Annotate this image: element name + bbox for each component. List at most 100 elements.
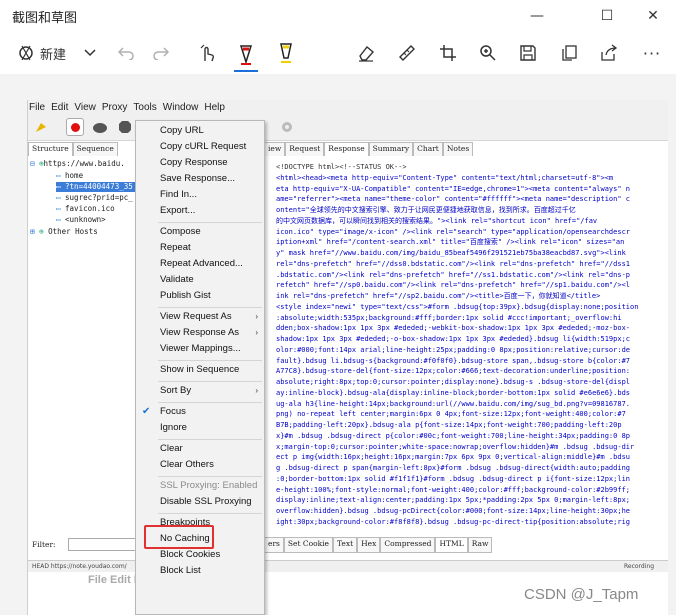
watermark: CSDN @J_Tapm <box>524 586 639 603</box>
maximize-button[interactable]: ☐ <box>584 0 630 32</box>
tab-text[interactable]: Text <box>333 537 358 553</box>
ruler-icon[interactable] <box>395 40 419 66</box>
tab-notes[interactable]: Notes <box>442 142 474 156</box>
redo-icon[interactable] <box>150 40 172 66</box>
tab-hex[interactable]: Hex <box>357 537 381 553</box>
menu-item-copy-url[interactable]: Copy URL <box>136 124 264 138</box>
menu-item-view-request-as[interactable]: View Request As › <box>136 310 264 324</box>
menu-item-find-in[interactable]: Find In... <box>136 188 264 202</box>
save-icon[interactable] <box>516 40 540 66</box>
menu-help[interactable]: Help <box>204 102 225 113</box>
menu-item-viewer-mappings[interactable]: Viewer Mappings... <box>136 342 264 356</box>
checkmark-icon: ✔ <box>142 406 151 417</box>
menu-item-disable-ssl-proxying[interactable]: Disable SSL Proxying <box>136 495 264 509</box>
menu-separator <box>158 307 262 308</box>
menu-item-label: Compose <box>160 226 201 237</box>
menu-item-ssl-proxying-enabled[interactable]: SSL Proxying: Enabled <box>136 479 264 493</box>
tab-raw[interactable]: Raw <box>467 537 493 553</box>
menu-item-block-list[interactable]: Block List <box>136 564 264 578</box>
close-button[interactable]: ✕ <box>630 0 676 32</box>
menu-item-view-response-as[interactable]: View Response As › <box>136 326 264 340</box>
tab-structure[interactable]: Structure <box>28 142 73 156</box>
recording-status: Recording <box>624 563 655 570</box>
menu-tools[interactable]: Tools <box>133 102 156 113</box>
tree-node-baidu[interactable]: ⊟ ⊕https://www.baidu. <box>30 159 125 169</box>
menu-proxy[interactable]: Proxy <box>102 102 128 113</box>
chevron-down-icon[interactable] <box>80 40 100 66</box>
menu-item-label: Repeat <box>160 242 191 253</box>
tree-node-other-hosts[interactable]: ⊞ ⊕ Other Hosts <box>30 227 98 237</box>
menu-window[interactable]: Window <box>163 102 199 113</box>
code-line: olor:#000;font:14px arial;line-height:25… <box>276 345 631 354</box>
undo-icon[interactable] <box>115 40 137 66</box>
filter-label: Filter: <box>32 540 56 549</box>
code-line: dden;box-shadow:1px 1px 3px #ededed;-web… <box>276 324 631 333</box>
menu-item-save-response[interactable]: Save Response... <box>136 172 264 186</box>
detail-tabs: iew Request Response Summary Chart Notes <box>264 142 474 156</box>
menu-item-export[interactable]: Export... <box>136 204 264 218</box>
response-body[interactable]: <!DOCTYPE html><!--STATUS OK--> <html><h… <box>264 156 668 576</box>
tab-summary[interactable]: Summary <box>368 142 414 156</box>
tab-sequence[interactable]: Sequence <box>72 142 118 156</box>
menu-item-ignore[interactable]: Ignore <box>136 421 264 435</box>
code-line: png) no-repeat left center;margin:6px 0 … <box>276 410 626 419</box>
new-button[interactable]: 新建 <box>40 40 66 66</box>
ballpoint-pen-icon[interactable] <box>234 40 258 72</box>
eraser-icon[interactable] <box>354 40 378 66</box>
menu-item-copy-curl-request[interactable]: Copy cURL Request <box>136 140 264 154</box>
tab-headers[interactable]: ers <box>264 537 284 553</box>
highlighter-icon[interactable] <box>274 40 298 66</box>
menu-item-validate[interactable]: Validate <box>136 273 264 287</box>
menu-item-clear[interactable]: Clear <box>136 442 264 456</box>
tab-response[interactable]: Response <box>324 142 369 156</box>
more-icon[interactable]: ··· <box>640 40 664 66</box>
menu-item-label: View Request As <box>160 311 232 322</box>
record-icon[interactable] <box>66 118 84 136</box>
crop-icon[interactable] <box>436 40 460 66</box>
settings-icon[interactable] <box>280 120 294 137</box>
share-icon[interactable] <box>597 40 621 66</box>
new-snip-icon[interactable] <box>12 40 40 66</box>
code-line: overflow:hidden}.bdsug .bdsug-pcDirect{c… <box>276 507 631 515</box>
menu-item-compose[interactable]: Compose <box>136 225 264 239</box>
tree-node-sugrec[interactable]: ▭ sugrec?prid=pc_ <box>56 193 133 203</box>
copy-icon[interactable] <box>557 40 581 66</box>
filter-input[interactable] <box>68 538 138 551</box>
menu-item-focus[interactable]: Focus ✔ <box>136 405 264 419</box>
stop-icon[interactable] <box>118 120 132 137</box>
code-line: ame="referrer"><meta name="theme-color" … <box>276 195 631 204</box>
menu-item-show-in-sequence[interactable]: Show in Sequence <box>136 363 264 377</box>
minimize-button[interactable]: — <box>514 0 560 32</box>
menu-item-repeat-advanced[interactable]: Repeat Advanced... <box>136 257 264 271</box>
menu-item-sort-by[interactable]: Sort By › <box>136 384 264 398</box>
menu-item-block-cookies[interactable]: Block Cookies <box>136 548 264 562</box>
zoom-icon[interactable] <box>476 40 500 66</box>
menu-separator <box>158 513 262 514</box>
throttle-icon[interactable] <box>92 120 108 137</box>
tab-set-cookie[interactable]: Set Cookie <box>283 537 334 553</box>
broom-icon[interactable] <box>34 120 48 137</box>
menu-item-clear-others[interactable]: Clear Others <box>136 458 264 472</box>
tab-overview[interactable]: iew <box>264 142 286 156</box>
code-line: ug-ala h3{line-height:14px;background:ur… <box>276 399 631 408</box>
menu-item-copy-response[interactable]: Copy Response <box>136 156 264 170</box>
code-line: rel="dns-prefetch" href="//dss0.bdstatic… <box>276 259 631 268</box>
code-line: <!DOCTYPE html><!--STATUS OK--> <box>276 163 407 171</box>
tab-chart[interactable]: Chart <box>413 142 443 156</box>
menu-edit[interactable]: Edit <box>51 102 68 113</box>
touch-writing-icon[interactable] <box>195 40 219 66</box>
tab-html[interactable]: HTML <box>435 537 468 553</box>
menu-file[interactable]: File <box>29 102 45 113</box>
menu-view[interactable]: View <box>74 102 96 113</box>
menu-item-repeat[interactable]: Repeat <box>136 241 264 255</box>
tab-request[interactable]: Request <box>285 142 325 156</box>
tree-node-selected[interactable]: ▭ ?tn=44004473_35 <box>56 182 135 192</box>
menu-item-publish-gist[interactable]: Publish Gist <box>136 289 264 303</box>
tab-compressed[interactable]: Compressed <box>380 537 436 553</box>
tree-node-home[interactable]: ▭ home <box>56 171 83 181</box>
menu-item-label: Disable SSL Proxying <box>160 496 252 507</box>
tree-node-favicon[interactable]: ▭ favicon.ico <box>56 204 115 214</box>
code-line: icon.ico" type="image/x-icon" /><link re… <box>276 227 631 236</box>
window-title: 截图和草图 <box>12 11 78 26</box>
tree-node-unknown[interactable]: ▭ <unknown> <box>56 215 106 225</box>
